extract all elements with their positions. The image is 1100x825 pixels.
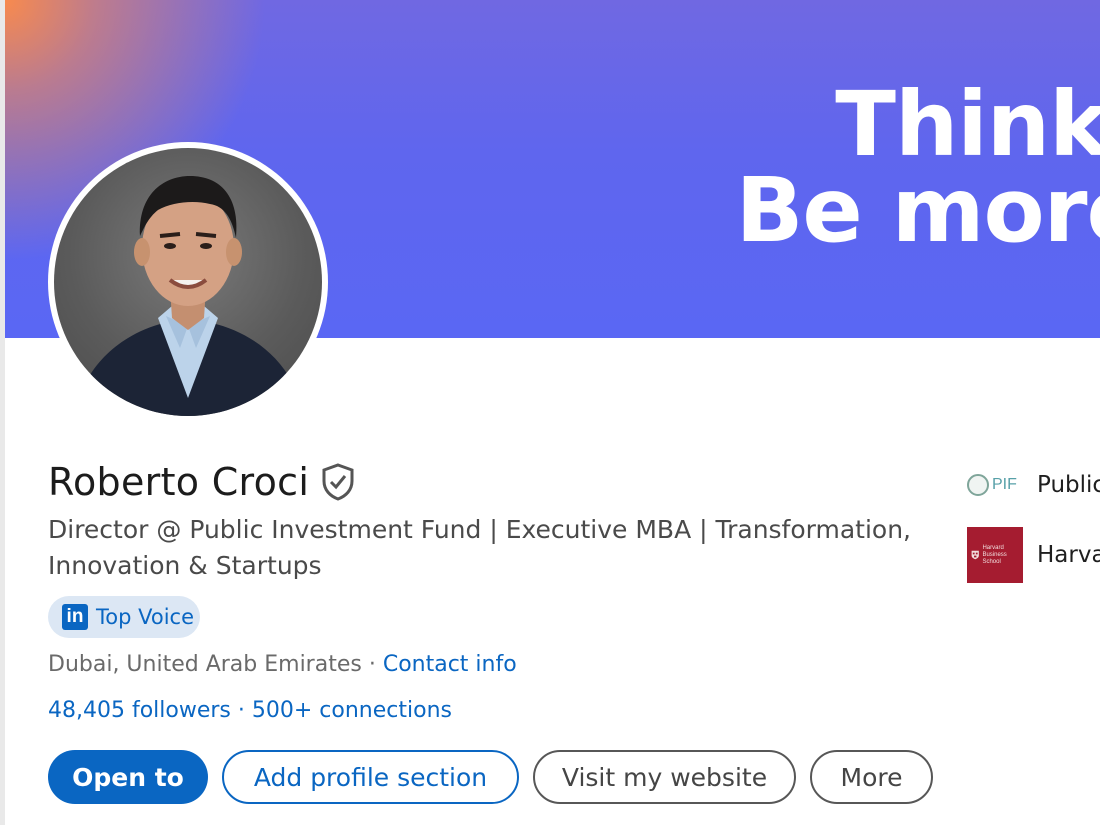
education-item[interactable]: Harvard Business School Harva (967, 527, 1100, 583)
open-to-button[interactable]: Open to (48, 750, 208, 804)
location-text: Dubai, United Arab Emirates (48, 652, 362, 677)
person-photo-illustration (74, 176, 304, 416)
profile-name: Roberto Croci (48, 460, 310, 504)
stats-separator: · (230, 698, 252, 723)
profile-photo[interactable] (48, 142, 328, 422)
profile-headline: Director @ Public Investment Fund | Exec… (48, 515, 912, 580)
current-company-label: Public (1037, 472, 1100, 498)
pif-logo: PIF (967, 468, 1023, 502)
verified-shield-icon[interactable] (321, 463, 355, 501)
top-voice-badge[interactable]: in Top Voice (48, 596, 200, 638)
hbs-logo-text: Harvard Business School (982, 544, 1007, 565)
add-profile-section-button[interactable]: Add profile section (222, 750, 519, 804)
banner-text-line-2: Be more cu (735, 158, 1100, 262)
contact-info-link[interactable]: Contact info (383, 652, 517, 677)
harvard-shield-icon (971, 550, 979, 560)
location-separator: · (361, 652, 383, 677)
connections-link[interactable]: 500+ connections (252, 698, 452, 723)
followers-link[interactable]: 48,405 followers (48, 698, 231, 723)
name-row: Roberto Croci (48, 460, 355, 504)
more-button[interactable]: More (810, 750, 933, 804)
pif-emblem-icon (967, 474, 989, 496)
pif-logo-text: PIF (992, 476, 1017, 493)
location-row: Dubai, United Arab Emirates · Contact in… (48, 652, 517, 677)
linkedin-logo-icon: in (62, 604, 88, 630)
banner-text-line-1: Think diff (835, 72, 1100, 176)
education-label: Harva (1037, 542, 1100, 568)
current-company-item[interactable]: PIF Public (967, 468, 1100, 502)
network-stats: 48,405 followers · 500+ connections (48, 698, 452, 723)
hbs-logo: Harvard Business School (967, 527, 1023, 583)
badge-label: Top Voice (96, 605, 194, 629)
visit-website-button[interactable]: Visit my website (533, 750, 796, 804)
avatar (54, 148, 322, 416)
